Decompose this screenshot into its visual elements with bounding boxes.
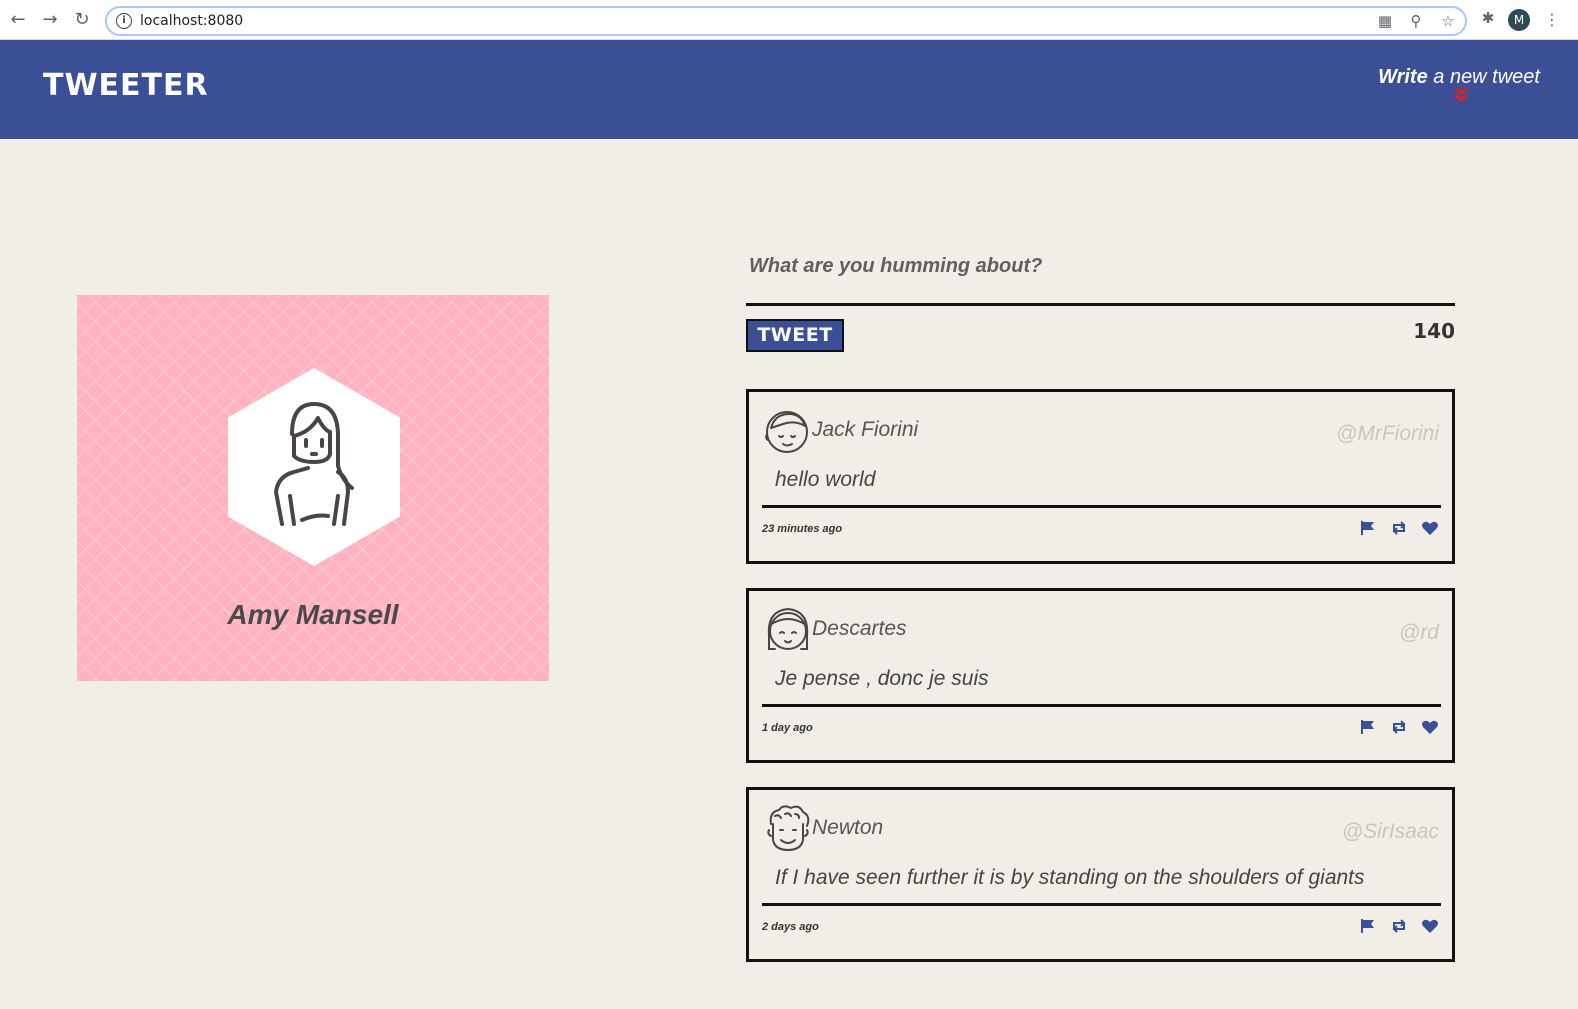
forward-arrow-icon[interactable]: → bbox=[38, 8, 62, 32]
heart-icon[interactable] bbox=[1421, 719, 1439, 735]
tweet-author: Jack Fiorini bbox=[812, 418, 919, 441]
retweet-icon[interactable] bbox=[1390, 918, 1408, 934]
avatar-man-icon bbox=[765, 411, 808, 453]
retweet-icon[interactable] bbox=[1390, 719, 1408, 735]
tweet-card: Jack Fiorini @MrFiorini hello world 23 m… bbox=[746, 389, 1455, 564]
compose-textarea[interactable]: What are you humming about? bbox=[749, 252, 1042, 280]
tweet-actions bbox=[1351, 520, 1439, 536]
address-bar[interactable]: i localhost:8080 ▦ ⚲ ☆ bbox=[105, 6, 1467, 36]
back-arrow-icon[interactable]: ← bbox=[6, 8, 30, 32]
tweet-handle: @rd bbox=[1399, 621, 1439, 644]
app-header: TWEETER Write a new tweet bbox=[0, 40, 1578, 139]
tweet-content: Je pense , donc je suis bbox=[775, 667, 989, 690]
tweet-handle: @MrFiorini bbox=[1336, 422, 1439, 445]
tweet-card: Newton @SirIsaac If I have seen further … bbox=[746, 787, 1455, 962]
bookmark-star-icon[interactable]: ☆ bbox=[1438, 11, 1458, 31]
compose-link-rest: a new tweet bbox=[1427, 66, 1540, 88]
site-info-icon[interactable]: i bbox=[116, 13, 132, 29]
tweet-card: Descartes @rd Je pense , donc je suis 1 … bbox=[746, 588, 1455, 763]
reload-icon[interactable]: ↻ bbox=[70, 8, 94, 32]
retweet-icon[interactable] bbox=[1390, 520, 1408, 536]
tweet-divider bbox=[762, 903, 1441, 906]
browser-menu-icon[interactable]: ⋮ bbox=[1544, 8, 1560, 32]
tweet-timestamp: 23 minutes ago bbox=[762, 523, 843, 535]
double-chevron-down-icon[interactable] bbox=[1452, 86, 1470, 110]
flag-icon[interactable] bbox=[1359, 719, 1377, 735]
heart-icon[interactable] bbox=[1421, 918, 1439, 934]
flag-icon[interactable] bbox=[1359, 918, 1377, 934]
tweet-divider bbox=[762, 704, 1441, 707]
profile-name: Amy Mansell bbox=[227, 599, 399, 630]
tweet-divider bbox=[762, 505, 1441, 508]
avatar-curly-hair-icon bbox=[767, 805, 810, 852]
tweet-content: hello world bbox=[775, 468, 876, 491]
tweet-handle: @SirIsaac bbox=[1341, 820, 1439, 843]
profile-card: Amy Mansell bbox=[77, 295, 549, 681]
avatar-woman-icon bbox=[767, 607, 809, 650]
user-avatar-icon bbox=[274, 402, 354, 526]
profile-avatar[interactable]: M bbox=[1508, 9, 1530, 31]
tweet-author: Descartes bbox=[812, 617, 907, 640]
character-counter: 140 bbox=[1413, 319, 1455, 343]
compose-link-bold: Write bbox=[1378, 66, 1428, 88]
browser-toolbar: ← → ↻ i localhost:8080 ▦ ⚲ ☆ ✱ M ⋮ bbox=[0, 0, 1578, 40]
extensions-puzzle-icon[interactable]: ✱ bbox=[1478, 9, 1498, 31]
tweet-button[interactable]: TWEET bbox=[746, 319, 844, 352]
url-text[interactable]: localhost:8080 bbox=[140, 12, 243, 30]
tweet-actions bbox=[1351, 719, 1439, 735]
profile-hexagon bbox=[228, 368, 400, 566]
tweet-actions bbox=[1351, 918, 1439, 934]
qr-code-icon[interactable]: ▦ bbox=[1375, 11, 1395, 31]
compose-underline bbox=[746, 303, 1455, 306]
zoom-icon[interactable]: ⚲ bbox=[1406, 11, 1426, 31]
flag-icon[interactable] bbox=[1359, 520, 1377, 536]
heart-icon[interactable] bbox=[1421, 520, 1439, 536]
tweet-content: If I have seen further it is by standing… bbox=[775, 866, 1365, 889]
logo[interactable]: TWEETER bbox=[43, 66, 209, 106]
tweet-timestamp: 1 day ago bbox=[762, 722, 813, 734]
tweet-timestamp: 2 days ago bbox=[762, 921, 819, 933]
tweet-author: Newton bbox=[812, 816, 884, 839]
